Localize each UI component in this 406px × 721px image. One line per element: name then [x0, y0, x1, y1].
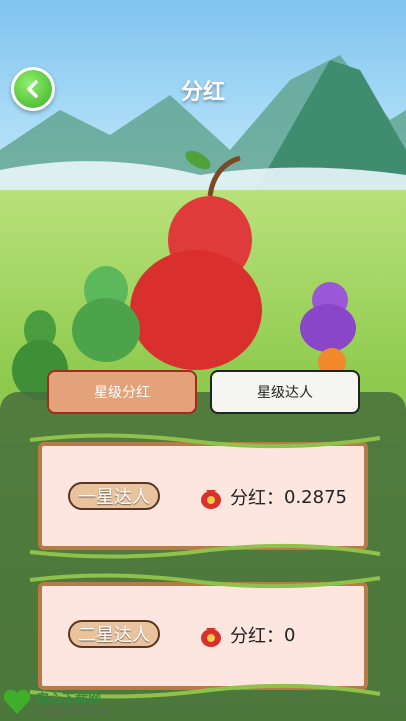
bonus-value: 0	[284, 624, 296, 646]
bonus-card: 二星达人 分红： 0	[20, 572, 386, 700]
level-badge: 二星达人	[68, 620, 160, 648]
bonus-label: 分红：	[230, 488, 284, 509]
level-badge: 一星达人	[68, 482, 160, 510]
watermark-name: 安心下载网	[36, 692, 102, 707]
money-bag-icon	[201, 490, 221, 509]
watermark-url: www.java800.com	[36, 707, 110, 716]
bonus-label: 分红：	[230, 626, 284, 647]
bonus-value: 0.2875	[284, 486, 347, 508]
tab-star-bonus[interactable]: 星级分红	[47, 370, 197, 414]
bonus-info: 分红： 0	[198, 622, 295, 648]
watermark-logo-icon	[3, 689, 31, 714]
tab-star-expert[interactable]: 星级达人	[210, 370, 360, 414]
watermark: 安心下载网 www.java800.com	[2, 687, 109, 717]
bonus-info: 分红： 0.2875	[198, 484, 347, 510]
bonus-card: 一星达人 分红： 0.2875	[20, 432, 386, 560]
page-title: 分红	[180, 80, 225, 105]
money-bag-icon	[201, 628, 221, 647]
